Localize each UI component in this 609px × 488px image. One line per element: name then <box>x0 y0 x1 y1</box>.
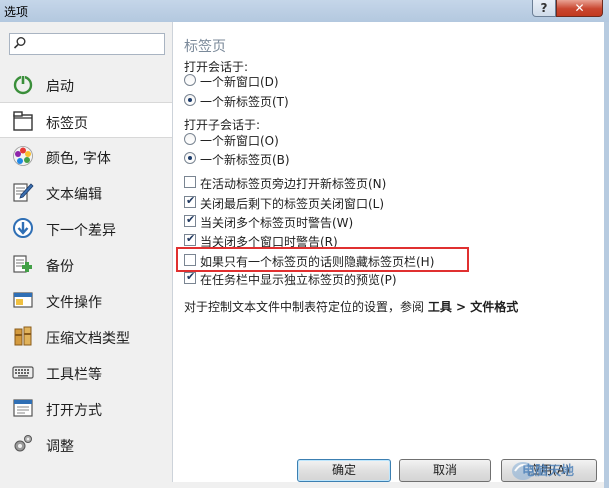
sidebar-item-label: 文件操作 <box>46 295 102 311</box>
radio-button[interactable] <box>184 133 196 145</box>
panel-title: 标签页 <box>184 39 226 55</box>
sidebar-item-open-with[interactable]: 打开方式 <box>0 390 172 426</box>
checkbox-label: 关闭最后剩下的标签页关闭窗口(L) <box>200 197 385 211</box>
hint-separator: > <box>451 300 471 314</box>
sidebar-item-colors-fonts[interactable]: 颜色, 字体 <box>0 138 172 174</box>
power-icon <box>13 75 33 95</box>
sidebar-item-archive-types[interactable]: 压缩文档类型 <box>0 318 172 354</box>
sidebar-item-label: 文本编辑 <box>46 187 102 203</box>
radio-button[interactable] <box>184 94 196 106</box>
hint-link-tools[interactable]: 工具 <box>428 300 452 314</box>
open-with-icon <box>13 399 33 417</box>
checkbox[interactable]: ✔ <box>184 270 196 284</box>
checkbox-label: 在任务栏中显示独立标签页的预览(P) <box>200 273 397 287</box>
tab-page-icon <box>13 111 33 131</box>
next-diff-icon <box>13 218 33 238</box>
sidebar-item-label: 备份 <box>46 259 74 275</box>
hint-link-file-format[interactable]: 文件格式 <box>470 300 518 314</box>
text-edit-icon <box>13 183 34 202</box>
file-operation-icon <box>13 292 33 308</box>
sidebar-item-startup[interactable]: 启动 <box>0 66 172 102</box>
radio-label: 一个新标签页(T) <box>200 95 289 109</box>
title-bar: 选项 ? ✕ <box>0 0 609 22</box>
close-button[interactable]: ✕ <box>556 0 603 17</box>
search-input[interactable] <box>9 33 165 55</box>
radio-label: 一个新窗口(D) <box>200 75 279 89</box>
sidebar-item-label: 启动 <box>46 79 74 95</box>
sidebar-item-text-edit[interactable]: 文本编辑 <box>0 174 172 210</box>
annotation-highlight-box <box>176 247 469 272</box>
sidebar-item-tweaks[interactable]: 调整 <box>0 426 172 462</box>
checkmark-icon: ✔ <box>186 270 196 283</box>
sidebar: 启动 标签页 颜色, 字体 文本编辑 下一个差异 备份 文件操作 压缩文档类型 … <box>0 28 172 482</box>
watermark-text: 电脑天地 <box>522 464 575 479</box>
keyboard-icon <box>12 366 34 379</box>
cancel-button[interactable]: 取消 <box>399 459 491 482</box>
sidebar-item-label: 打开方式 <box>46 403 102 419</box>
sidebar-item-tabs[interactable]: 标签页 <box>0 102 172 138</box>
window-title: 选项 <box>4 5 29 19</box>
archive-icon <box>14 326 32 346</box>
tab-stop-hint: 对于控制文本文件中制表符定位的设置，参阅 工具 > 文件格式 <box>184 298 518 315</box>
sidebar-item-file-operations[interactable]: 文件操作 <box>0 282 172 318</box>
checkbox-label: 当关闭多个标签页时警告(W) <box>200 216 354 230</box>
open-child-session-label: 打开子会话于: <box>184 118 261 132</box>
checkbox[interactable]: ✔ <box>184 232 196 246</box>
radio-label: 一个新标签页(B) <box>200 153 290 167</box>
sidebar-item-label: 调整 <box>46 439 74 455</box>
radio-label: 一个新窗口(O) <box>200 134 279 148</box>
hint-text: 对于控制文本文件中制表符定位的设置，参阅 <box>184 300 428 314</box>
checkbox[interactable]: ✔ <box>184 194 196 208</box>
sidebar-item-next-diff[interactable]: 下一个差异 <box>0 210 172 246</box>
radio-button[interactable] <box>184 152 196 164</box>
ok-button[interactable]: 确定 <box>297 459 391 482</box>
checkbox[interactable]: ✔ <box>184 213 196 227</box>
sidebar-item-label: 颜色, 字体 <box>46 151 111 167</box>
sidebar-item-label: 工具栏等 <box>46 367 102 383</box>
sidebar-item-label: 标签页 <box>46 116 88 132</box>
help-button[interactable]: ? <box>532 0 556 17</box>
search-icon <box>13 37 26 49</box>
sidebar-item-label: 下一个差异 <box>46 223 116 239</box>
gears-icon <box>14 435 32 452</box>
sidebar-item-label: 压缩文档类型 <box>46 331 130 347</box>
checkmark-icon: ✔ <box>186 194 196 207</box>
sidebar-item-backup[interactable]: 备份 <box>0 246 172 282</box>
checkbox-label: 在活动标签页旁边打开新标签页(N) <box>200 177 387 191</box>
checkmark-icon: ✔ <box>186 232 196 245</box>
sidebar-item-toolbars[interactable]: 工具栏等 <box>0 354 172 390</box>
color-palette-icon <box>13 146 33 166</box>
checkbox[interactable] <box>184 176 196 188</box>
radio-button[interactable] <box>184 74 196 86</box>
checkmark-icon: ✔ <box>186 213 196 226</box>
backup-icon <box>13 255 32 273</box>
